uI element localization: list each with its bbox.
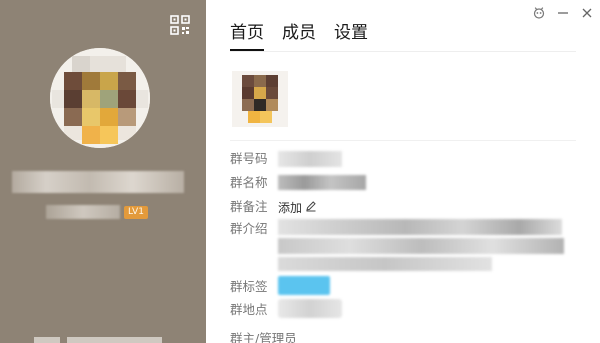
group-avatar-small[interactable] — [232, 71, 288, 127]
pencil-icon — [305, 200, 317, 215]
group-number-blurred — [46, 205, 120, 219]
tab-home[interactable]: 首页 — [230, 22, 264, 51]
group-intro-label: 群介绍 — [230, 221, 268, 236]
group-avatar-large[interactable] — [50, 48, 150, 148]
bottom-button-blurred[interactable] — [34, 337, 60, 343]
bottom-button-blurred[interactable] — [67, 337, 162, 343]
add-remark-label: 添加 — [278, 201, 303, 215]
close-icon[interactable] — [580, 6, 594, 20]
group-name-blurred — [12, 171, 184, 193]
group-name-label: 群名称 — [230, 175, 268, 190]
group-owner-label: 群主/管理员 — [230, 331, 297, 343]
left-profile-panel: LV1 — [0, 0, 206, 343]
section-divider — [230, 140, 576, 141]
add-remark-button[interactable]: 添加 — [278, 199, 317, 216]
group-tags-label: 群标签 — [230, 279, 268, 294]
group-location-value — [278, 299, 342, 318]
window-controls — [532, 6, 594, 20]
tab-bar: 首页 成员 设置 — [230, 22, 368, 51]
group-name-value[interactable] — [278, 175, 366, 190]
skin-icon[interactable] — [532, 6, 546, 20]
group-intro-line-1 — [278, 219, 562, 235]
minimize-icon[interactable] — [556, 6, 570, 20]
tab-divider — [230, 51, 576, 52]
level-badge: LV1 — [124, 206, 148, 219]
group-intro-line-3 — [278, 257, 492, 271]
group-location-label: 群地点 — [230, 302, 268, 317]
group-remark-label: 群备注 — [230, 199, 268, 214]
group-number-value — [278, 151, 342, 167]
group-tag-chip[interactable] — [278, 276, 330, 295]
tab-settings[interactable]: 设置 — [334, 22, 368, 51]
group-number-label: 群号码 — [230, 151, 268, 166]
tab-members[interactable]: 成员 — [282, 22, 316, 51]
qr-code-icon[interactable] — [170, 15, 190, 35]
group-info-panel: 首页 成员 设置 群号码 群名称 群备注 添加 群介绍 群标签 群地点 群主/管… — [206, 0, 600, 343]
group-intro-line-2 — [278, 238, 564, 254]
